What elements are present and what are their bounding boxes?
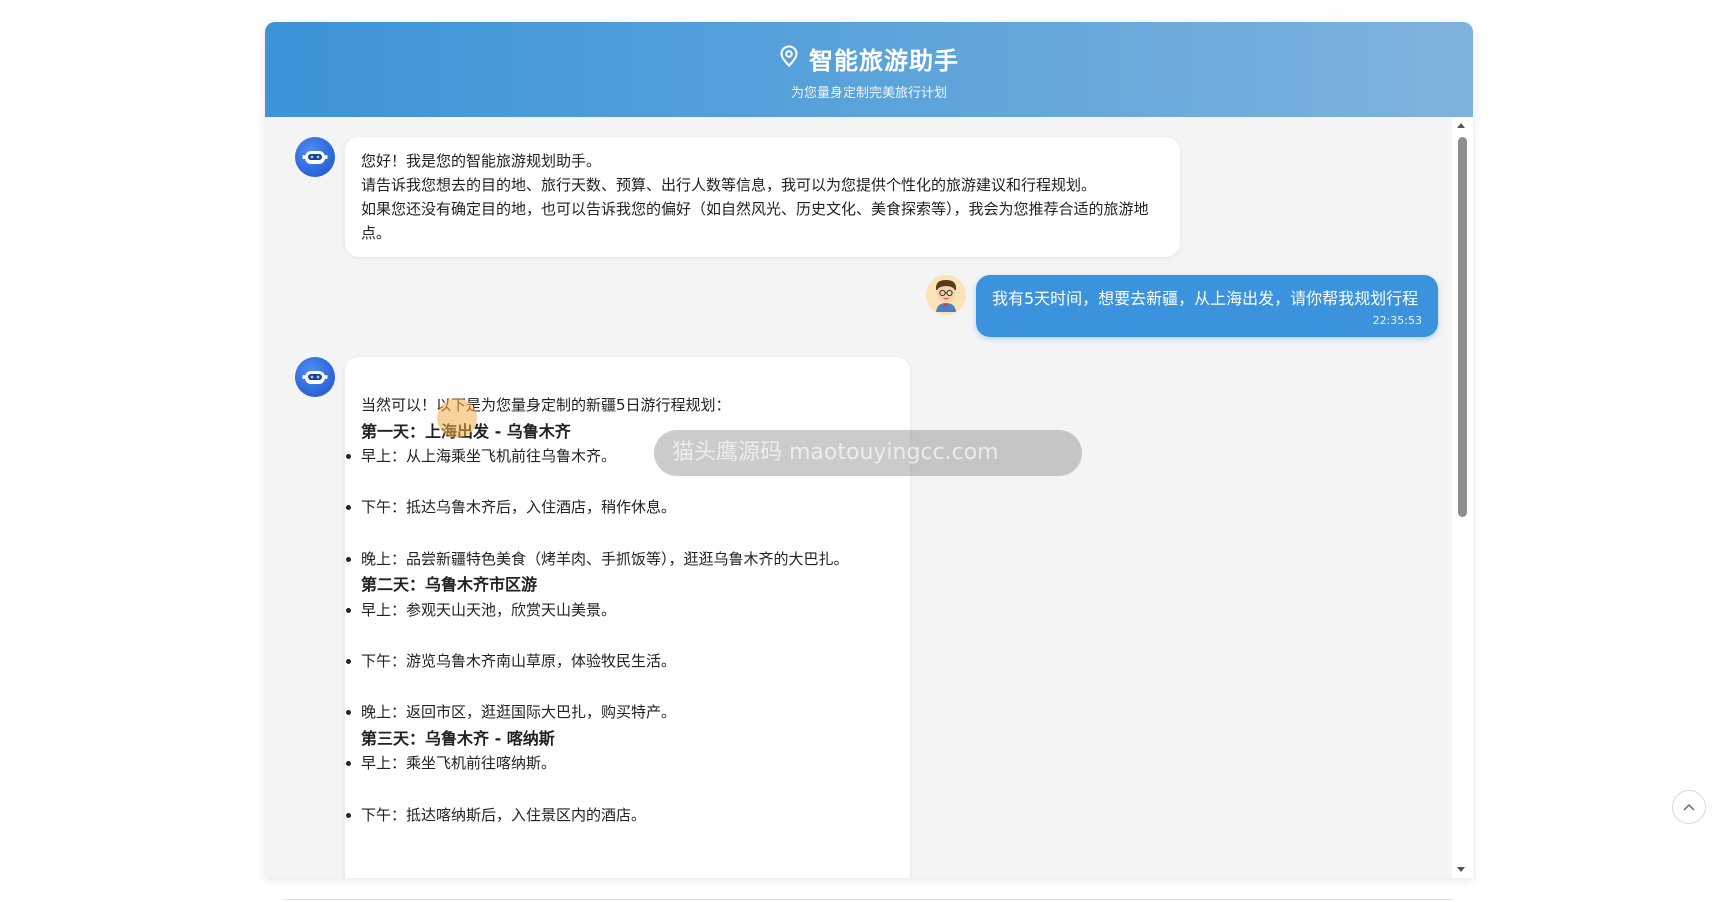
greeting-line-2: 请告诉我您想去的目的地、旅行天数、预算、出行人数等信息，我可以为您提供个性化的旅…: [361, 176, 1097, 194]
greeting-line-1: 您好！我是您的智能旅游规划助手。: [361, 152, 602, 170]
app-title: 智能旅游助手: [809, 46, 959, 75]
cursor-highlight: [437, 398, 477, 438]
scroll-up-arrow-icon[interactable]: [1457, 123, 1465, 128]
list-item: 早上：乘坐飞机前往喀纳斯。: [346, 751, 894, 777]
back-to-top-button[interactable]: [1672, 790, 1706, 824]
list-item: 早上：参观天山天池，欣赏天山美景。: [346, 598, 894, 624]
day-3-title: 第三天：乌鲁木齐 - 喀纳斯: [361, 728, 555, 748]
day-3-list: 早上：乘坐飞机前往喀纳斯。 下午：抵达喀纳斯后，入住景区内的酒店。: [346, 751, 894, 829]
bot-bubble: 您好！我是您的智能旅游规划助手。 请告诉我您想去的目的地、旅行天数、预算、出行人…: [345, 137, 1180, 257]
list-item: 晚上：返回市区，逛逛国际大巴扎，购买特产。: [346, 700, 894, 726]
scroll-down-arrow-icon[interactable]: [1457, 867, 1465, 872]
bot-avatar: [295, 137, 335, 177]
chat-scrollbar[interactable]: [1452, 117, 1473, 878]
message-timestamp: 22:35:53: [1372, 314, 1422, 327]
list-item: 下午：抵达乌鲁木齐后，入住酒店，稍作休息。: [346, 495, 894, 521]
user-face-icon: [936, 280, 956, 312]
bot-avatar: [295, 357, 335, 397]
robot-icon: [302, 151, 328, 164]
list-item: 晚上：品尝新疆特色美食（烤羊肉、手抓饭等），逛逛乌鲁木齐的大巴扎。: [346, 547, 894, 573]
chat-area[interactable]: 您好！我是您的智能旅游规划助手。 请告诉我您想去的目的地、旅行天数、预算、出行人…: [265, 117, 1473, 878]
day-2-title: 第二天：乌鲁木齐市区游: [361, 575, 538, 595]
scroll-thumb[interactable]: [1458, 137, 1467, 517]
chevron-up-icon: [1683, 803, 1695, 811]
app-header: 智能旅游助手 为您量身定制完美旅行计划: [265, 22, 1473, 117]
day-2-list: 早上：参观天山天池，欣赏天山美景。 下午：游览乌鲁木齐南山草原，体验牧民生活。 …: [346, 598, 894, 726]
user-avatar: [926, 275, 966, 315]
user-message: 我有5天时间，想要去新疆，从上海出发，请你帮我规划行程 22:35:53: [926, 275, 1438, 337]
app-subtitle: 为您量身定制完美旅行计划: [790, 85, 947, 101]
header-title-row: 智能旅游助手: [779, 41, 959, 76]
location-pin-icon: [779, 45, 799, 71]
list-item: 下午：游览乌鲁木齐南山草原，体验牧民生活。: [346, 649, 894, 675]
greeting-line-3: 如果您还没有确定目的地，也可以告诉我您的偏好（如自然风光、历史文化、美食探索等）…: [361, 200, 1149, 242]
list-item: 下午：抵达喀纳斯后，入住景区内的酒店。: [346, 803, 894, 829]
user-bubble: 我有5天时间，想要去新疆，从上海出发，请你帮我规划行程 22:35:53: [976, 275, 1438, 337]
bot-message-greeting: 您好！我是您的智能旅游规划助手。 请告诉我您想去的目的地、旅行天数、预算、出行人…: [295, 137, 1180, 257]
user-message-text: 我有5天时间，想要去新疆，从上海出发，请你帮我规划行程: [992, 289, 1419, 308]
robot-icon: [302, 371, 328, 384]
watermark: 猫头鹰源码 maotouyingcc.com: [654, 430, 1082, 476]
